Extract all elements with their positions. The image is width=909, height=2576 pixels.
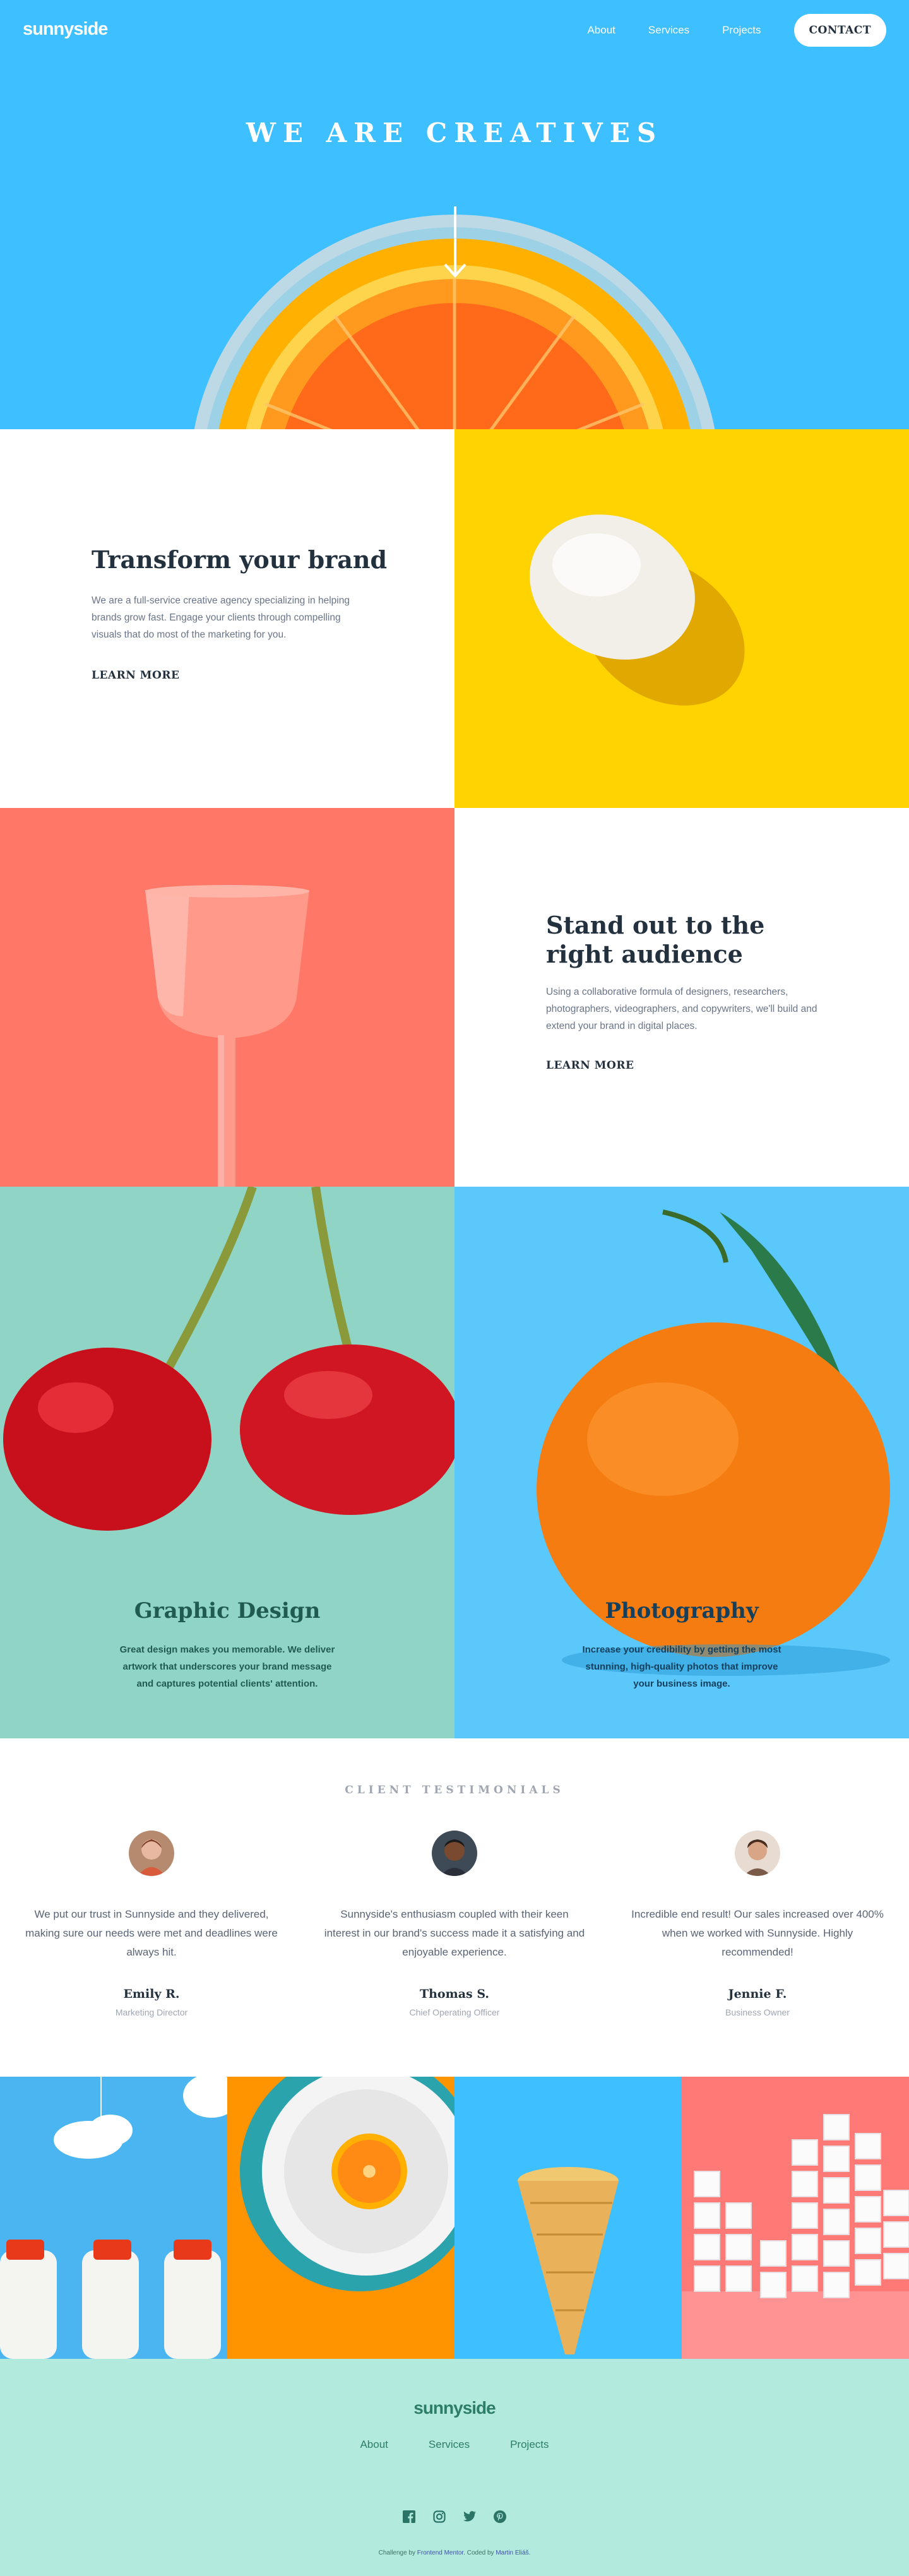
photography-section: Photography Increase your credibility by… bbox=[454, 1187, 909, 1738]
graphic-design-section: Graphic Design Great design makes you me… bbox=[0, 1187, 454, 1738]
graphic-design-title: Graphic Design bbox=[134, 1598, 321, 1623]
standout-section: Stand out to the right audience Using a … bbox=[454, 808, 909, 1187]
testimonial-card: Incredible end result! Our sales increas… bbox=[625, 1831, 890, 2017]
testimonial-quote: Sunnyside's enthusiasm coupled with thei… bbox=[324, 1908, 585, 1958]
nav-about[interactable]: About bbox=[587, 24, 615, 37]
contact-button[interactable]: CONTACT bbox=[793, 14, 886, 47]
twitter-icon[interactable] bbox=[462, 2509, 477, 2524]
facebook-icon[interactable] bbox=[401, 2509, 417, 2524]
transform-learn-more-link[interactable]: LEARN MORE bbox=[89, 669, 182, 682]
footer-nav-projects[interactable]: Projects bbox=[510, 2438, 549, 2451]
avatar bbox=[735, 1831, 780, 1876]
attribution: Challenge by Frontend Mentor. Coded by M… bbox=[0, 2549, 909, 2556]
attribution-text: . Coded by bbox=[463, 2549, 496, 2556]
photography-body: Increase your credibility by getting the… bbox=[582, 1644, 781, 1689]
footer-nav-services[interactable]: Services bbox=[429, 2438, 470, 2451]
testimonials-label: CLIENT TESTIMONIALS bbox=[345, 1784, 564, 1796]
transform-title: Transform your brand bbox=[92, 545, 388, 574]
attribution-text: . bbox=[528, 2549, 531, 2556]
author-link[interactable]: Martin Eliáš bbox=[496, 2549, 528, 2556]
photography-title: Photography bbox=[605, 1598, 759, 1623]
pinterest-icon[interactable] bbox=[492, 2509, 508, 2524]
frontend-mentor-link[interactable]: Frontend Mentor bbox=[417, 2549, 463, 2556]
testimonial-quote: Incredible end result! Our sales increas… bbox=[631, 1908, 884, 1958]
footer-nav-about[interactable]: About bbox=[360, 2438, 388, 2451]
standout-body: Using a collaborative formula of designe… bbox=[546, 987, 817, 1031]
gallery-milk-bottles-image bbox=[0, 2077, 227, 2359]
transform-section: Transform your brand We are a full-servi… bbox=[0, 429, 454, 808]
avatar bbox=[432, 1831, 477, 1876]
testimonial-card: We put our trust in Sunnyside and they d… bbox=[19, 1831, 284, 2017]
egg-image bbox=[454, 429, 909, 808]
arrow-down-icon[interactable] bbox=[444, 206, 466, 279]
testimonial-name: Thomas S. bbox=[419, 1987, 489, 2001]
hero-section: sunnyside About Services Projects CONTAC… bbox=[0, 0, 909, 429]
testimonial-role: Marketing Director bbox=[115, 2007, 188, 2017]
footer: sunnyside About Services Projects Challe… bbox=[0, 2359, 909, 2576]
standout-learn-more-link[interactable]: LEARN MORE bbox=[544, 1059, 637, 1072]
gallery-orange-plate-image bbox=[227, 2077, 454, 2359]
transform-body: We are a full-service creative agency sp… bbox=[92, 595, 350, 640]
attribution-text: Challenge by bbox=[378, 2549, 417, 2556]
learn-more-label: LEARN MORE bbox=[546, 1059, 634, 1072]
social-links bbox=[0, 2509, 909, 2524]
nav-services[interactable]: Services bbox=[648, 24, 689, 37]
graphic-design-body: Great design makes you memorable. We del… bbox=[119, 1644, 335, 1689]
testimonial-quote: We put our trust in Sunnyside and they d… bbox=[25, 1908, 278, 1958]
avatar bbox=[129, 1831, 174, 1876]
instagram-icon[interactable] bbox=[432, 2509, 447, 2524]
gallery-sugar-cubes-image bbox=[682, 2077, 909, 2359]
footer-logo[interactable]: sunnyside bbox=[0, 2398, 909, 2418]
learn-more-label: LEARN MORE bbox=[92, 669, 180, 682]
standout-title: Stand out to the right audience bbox=[546, 911, 765, 968]
nav-projects[interactable]: Projects bbox=[722, 24, 761, 37]
testimonial-role: Chief Operating Officer bbox=[409, 2007, 500, 2017]
testimonial-name: Jennie F. bbox=[728, 1987, 787, 2001]
gallery-cone-image bbox=[454, 2077, 682, 2359]
hero-title: WE ARE CREATIVES bbox=[246, 117, 663, 148]
glass-image bbox=[0, 808, 454, 1187]
footer-nav: About Services Projects bbox=[0, 2438, 909, 2451]
main-nav: About Services Projects CONTACT bbox=[587, 14, 886, 47]
testimonial-name: Emily R. bbox=[123, 1987, 180, 2001]
testimonial-role: Business Owner bbox=[725, 2007, 790, 2017]
logo[interactable]: sunnyside bbox=[23, 19, 108, 40]
testimonial-card: Sunnyside's enthusiasm coupled with thei… bbox=[322, 1831, 587, 2017]
